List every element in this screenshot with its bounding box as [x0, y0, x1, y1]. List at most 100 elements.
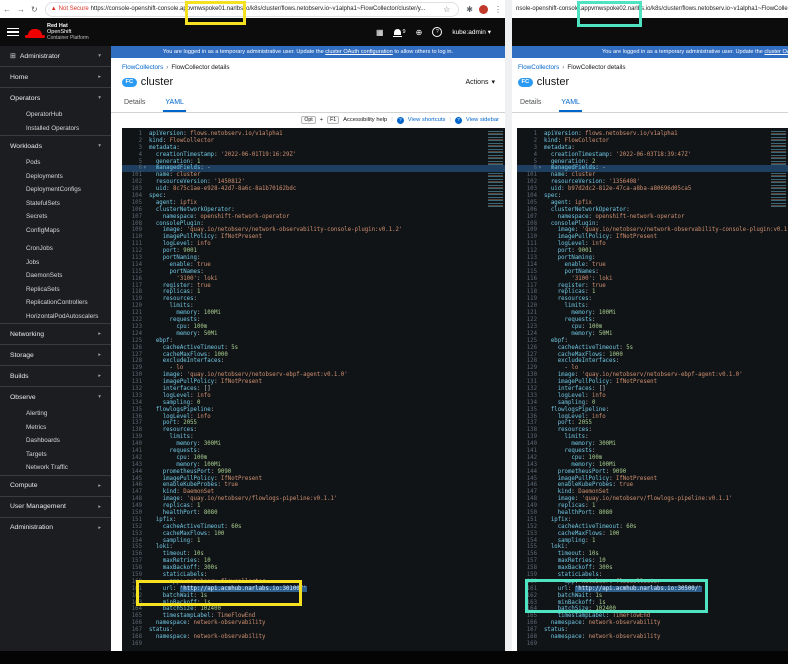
yaml-line-165: 165 timestampLabel: TimeFlowEnd [122, 613, 505, 620]
desktop: ← → ↻ ▲ Not Secure https://console-opens… [0, 0, 788, 664]
yaml-line-116: 116 '3100': loki [122, 276, 505, 283]
yaml-line-153: 153 cacheMaxFlows: 100 [122, 531, 505, 538]
not-secure-label: Not Secure [59, 6, 89, 12]
sidebar-item-secrets[interactable]: Secrets [0, 210, 111, 224]
accessibility-help-label[interactable]: Accessibility help [343, 117, 387, 123]
view-shortcuts-link[interactable]: View shortcuts [408, 117, 446, 123]
tab-details-right[interactable]: Details [518, 95, 543, 112]
tab-details[interactable]: Details [122, 95, 147, 112]
fold-chevron-icon[interactable]: › [538, 165, 542, 172]
notifications-button[interactable]: 9 [394, 29, 406, 35]
yaml-line-5: 5 generation: 1 [122, 159, 505, 166]
yaml-line-111: 111 logLevel: info [517, 241, 788, 248]
yaml-line-134: 134 sampling: 0 [122, 400, 505, 407]
annotation-url-left [185, 1, 246, 25]
sidebar-item-alerting[interactable]: Alerting [0, 407, 111, 421]
sidebar-item-targets[interactable]: Targets [0, 448, 111, 462]
sidebar-item-deployments[interactable]: Deployments [0, 170, 111, 184]
sidebar-item-administration[interactable]: Administration▸ [0, 517, 111, 538]
sidebar-item-jobs[interactable]: Jobs [0, 256, 111, 270]
sidebar-item-metrics[interactable]: Metrics [0, 421, 111, 435]
chevron-down-icon: ▾ [98, 143, 101, 149]
sidebar-item-deploymentconfigs[interactable]: DeploymentConfigs [0, 183, 111, 197]
yaml-line-126: 126 cacheActiveTimeout: 5s [122, 345, 505, 352]
breadcrumb-flowcollectors-link-right[interactable]: FlowCollectors [518, 64, 559, 71]
window-gap [505, 0, 512, 651]
sidebar-item-storage[interactable]: Storage▸ [0, 344, 111, 365]
sidebar-item-operators[interactable]: Operators▾ [0, 87, 111, 108]
sidebar-item-workloads[interactable]: Workloads▾ [0, 135, 111, 156]
user-menu[interactable]: kube:admin ▾ [452, 28, 491, 36]
chevron-right-icon: ▸ [98, 504, 101, 510]
address-bar-left[interactable]: ▲ Not Secure https://console-openshift-c… [45, 2, 460, 17]
sidebar-item-label: Observe [10, 394, 36, 401]
yaml-line-147: 147 kind: DaemonSet [517, 489, 788, 496]
breadcrumb-flowcollectors-link[interactable]: FlowCollectors [122, 64, 163, 71]
tab-yaml[interactable]: YAML [163, 95, 186, 112]
reload-icon[interactable]: ↻ [31, 5, 38, 14]
yaml-line-154: 154 sampling: 1 [122, 538, 505, 545]
yaml-line-137: 137 port: 2055 [122, 420, 505, 427]
yaml-editor-left[interactable]: 1apiVersion: flows.netobserv.io/v1alpha1… [122, 128, 505, 654]
sidebar-item-label: Home [10, 74, 28, 81]
url-text-right[interactable]: nsole-openshift-console.appvmwspoke02.na… [516, 6, 788, 12]
sidebar-item-label: HorizontalPodAutoscalers [26, 313, 98, 320]
back-icon[interactable]: ← [3, 5, 11, 14]
yaml-line-123: 123 cpu: 100m [122, 324, 505, 331]
sidebar-item-label: ReplicationControllers [26, 299, 88, 306]
app-launcher-icon[interactable]: ▦ [376, 28, 384, 37]
yaml-line-135: 135 flowlogsPipeline: [517, 407, 788, 414]
sidebar-item-configmaps[interactable]: ConfigMaps [0, 224, 111, 238]
add-icon[interactable]: ⊕ [416, 28, 423, 37]
sidebar-item-label: Storage [10, 352, 34, 359]
oauth-config-link-right[interactable]: cluster OAuth configuration [764, 49, 788, 55]
yaml-line-108: 108 consolePlugin: [517, 221, 788, 228]
tab-yaml-right[interactable]: YAML [559, 95, 582, 112]
sidebar-item-label: OperatorHub [26, 111, 62, 118]
opt-keycap: Opt [301, 116, 315, 124]
yaml-line-153: 153 cacheMaxFlows: 100 [517, 531, 788, 538]
yaml-line-6: 6› managedFields: - [122, 165, 505, 172]
chevron-right-icon: ▸ [98, 74, 101, 80]
sidebar-item-network-traffic[interactable]: Network Traffic [0, 461, 111, 475]
sidebar-item-networking[interactable]: Networking▸ [0, 323, 111, 344]
sidebar-item-replicationcontrollers[interactable]: ReplicationControllers [0, 296, 111, 310]
yaml-line-120: 120 limits: [122, 303, 505, 310]
yaml-line-168: 168 namespace: network-observability [122, 634, 505, 641]
yaml-line-155: 155 loki: [122, 544, 505, 551]
browser-avatar[interactable] [479, 5, 488, 14]
sidebar-item-home[interactable]: Home ▸ [0, 66, 111, 87]
actions-dropdown[interactable]: Actions▾ [466, 78, 495, 86]
fold-chevron-icon[interactable]: › [143, 165, 147, 172]
yaml-line-119: 119 resources: [122, 296, 505, 303]
forward-icon[interactable]: → [17, 5, 25, 14]
help-icon[interactable]: ? [432, 27, 442, 37]
sidebar-item-replicasets[interactable]: ReplicaSets [0, 283, 111, 297]
sidebar-item-statefulsets[interactable]: StatefulSets [0, 197, 111, 211]
sidebar-item-horizontalpodautoscalers[interactable]: HorizontalPodAutoscalers [0, 310, 111, 324]
sidebar-item-label: Alerting [26, 410, 47, 417]
sidebar-item-operatorhub[interactable]: OperatorHub [0, 108, 111, 122]
sidebar-item-compute[interactable]: Compute▸ [0, 475, 111, 496]
sidebar-item-administrator[interactable]: ⊞Administrator▾ [0, 46, 111, 66]
yaml-line-149: 149 replicas: 1 [517, 503, 788, 510]
sidebar-item-builds[interactable]: Builds▸ [0, 365, 111, 386]
yaml-line-131: 131 imagePullPolicy: IfNotPresent [517, 379, 788, 386]
view-sidebar-link[interactable]: View sidebar [466, 117, 499, 123]
yaml-line-167: 167status: [517, 627, 788, 634]
yaml-line-159: 159 staticLabels: [517, 572, 788, 579]
sidebar-item-observe[interactable]: Observe▾ [0, 386, 111, 407]
oauth-config-link[interactable]: cluster OAuth configuration [325, 49, 392, 55]
tabs: Details YAML [111, 95, 505, 113]
extension-icon[interactable]: ✱ [466, 5, 473, 14]
sidebar-item-installed-operators[interactable]: Installed Operators [0, 122, 111, 136]
sidebar-item-user-management[interactable]: User Management▸ [0, 496, 111, 517]
sidebar-item-dashboards[interactable]: Dashboards [0, 434, 111, 448]
sidebar-item-daemonsets[interactable]: DaemonSets [0, 269, 111, 283]
yaml-editor-right[interactable]: 1apiVersion: flows.netobserv.io/v1alpha1… [517, 128, 788, 654]
hamburger-menu-icon[interactable] [7, 26, 19, 39]
bookmark-star-icon[interactable]: ☆ [443, 5, 450, 14]
sidebar-item-pods[interactable]: Pods [0, 156, 111, 170]
browser-menu-icon[interactable]: ⋮ [494, 5, 502, 14]
sidebar-item-cronjobs[interactable]: CronJobs [0, 242, 111, 256]
